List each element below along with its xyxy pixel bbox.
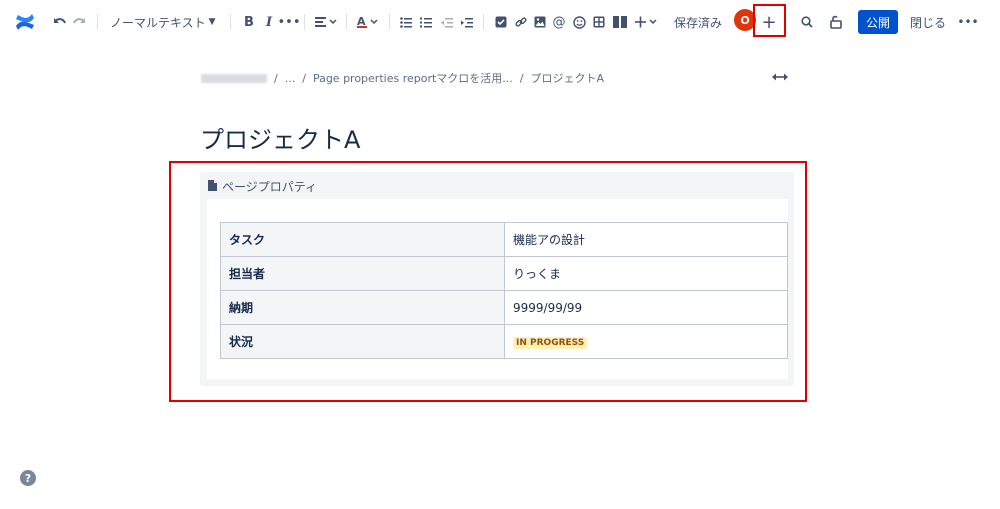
chevron-down-icon: ▼: [208, 17, 216, 27]
text-color-icon[interactable]: A: [357, 11, 379, 33]
divider: [97, 14, 98, 30]
divider: [230, 14, 231, 30]
highlight-box: [753, 4, 786, 37]
outdent-icon[interactable]: [440, 11, 454, 33]
close-button[interactable]: 閉じる: [909, 11, 947, 33]
alignment-icon[interactable]: [314, 11, 338, 33]
emoji-icon[interactable]: [572, 11, 586, 33]
divider: [346, 14, 347, 30]
breadcrumb: / ... / Page properties reportマクロを活用... …: [201, 70, 604, 86]
publish-button[interactable]: 公開: [858, 10, 898, 34]
layout-columns-icon[interactable]: [612, 11, 628, 33]
breadcrumb-separator: /: [519, 71, 524, 85]
editor-toolbar: ノーマルテキスト ▼ B I ••• A @ 保存済み O + 公開 閉じる •…: [0, 0, 1000, 44]
bold-button[interactable]: B: [242, 11, 256, 33]
link-icon[interactable]: [514, 11, 528, 33]
confluence-logo-icon[interactable]: [14, 11, 36, 33]
indent-icon[interactable]: [460, 11, 474, 33]
text-style-label: ノーマルテキスト: [110, 15, 206, 30]
mention-icon[interactable]: @: [552, 11, 566, 33]
full-width-toggle-icon[interactable]: [772, 70, 788, 84]
restrictions-lock-icon[interactable]: [828, 11, 844, 33]
breadcrumb-separator: /: [274, 71, 278, 85]
numbered-list-icon[interactable]: [419, 11, 433, 33]
breadcrumb-separator: /: [302, 71, 306, 85]
close-label: 閉じる: [909, 15, 946, 30]
more-options-icon[interactable]: •••: [957, 11, 978, 33]
breadcrumb-current[interactable]: プロジェクトA: [531, 70, 605, 86]
redo-icon[interactable]: [71, 11, 87, 33]
table-icon[interactable]: [592, 11, 606, 33]
image-icon[interactable]: [533, 11, 547, 33]
divider: [483, 14, 484, 30]
save-status-label: 保存済み: [674, 15, 723, 30]
search-icon[interactable]: [800, 11, 814, 33]
bullet-list-icon[interactable]: [399, 11, 413, 33]
divider: [389, 14, 390, 30]
blurred-space-name[interactable]: [201, 73, 267, 83]
undo-icon[interactable]: [52, 11, 68, 33]
checkbox-icon[interactable]: [494, 11, 508, 33]
breadcrumb-parent[interactable]: Page properties reportマクロを活用...: [313, 70, 513, 86]
highlight-box: [169, 161, 807, 402]
page-title[interactable]: プロジェクトA: [200, 120, 360, 155]
insert-more-icon[interactable]: [634, 11, 660, 33]
italic-button[interactable]: I: [263, 11, 275, 33]
save-status: 保存済み: [674, 11, 722, 33]
text-style-dropdown[interactable]: ノーマルテキスト ▼: [110, 11, 216, 33]
help-icon[interactable]: ?: [20, 470, 36, 486]
divider: [304, 14, 305, 30]
breadcrumb-ellipsis[interactable]: ...: [285, 72, 296, 85]
more-formatting-icon[interactable]: •••: [278, 11, 301, 33]
